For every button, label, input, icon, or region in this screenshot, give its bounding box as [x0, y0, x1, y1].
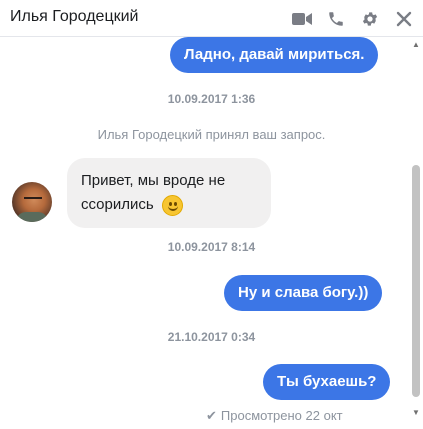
scroll-up-arrow-icon[interactable]: ▲	[411, 39, 421, 49]
settings-gear-icon[interactable]	[359, 8, 381, 30]
phone-call-icon[interactable]	[325, 8, 347, 30]
chat-header: Илья Городецкий	[0, 0, 423, 37]
avatar-glasses-shape	[24, 197, 42, 202]
incoming-message-text: ссорились	[81, 196, 154, 213]
message-timestamp: 10.09.2017 8:14	[167, 240, 256, 254]
message-thread[interactable]: Ладно, давай мириться. 10.09.2017 1:36 И…	[0, 37, 423, 429]
smiley-emoji-icon	[161, 194, 183, 216]
seen-status-text: Просмотрено 22 окт	[220, 408, 343, 423]
incoming-message-line: Привет, мы вроде не	[81, 172, 226, 189]
scroll-down-arrow-icon[interactable]: ▼	[411, 407, 421, 417]
vertical-scrollbar[interactable]: ▲ ▼	[409, 37, 423, 429]
chat-partner-name[interactable]: Илья Городецкий	[10, 8, 139, 26]
scrollbar-thumb[interactable]	[412, 165, 420, 397]
outgoing-message[interactable]: Ну и слава богу.))	[224, 275, 383, 311]
header-actions	[291, 8, 415, 30]
incoming-message[interactable]: Привет, мы вроде не ссорились	[67, 158, 271, 228]
incoming-message-line-with-emoji: ссорились	[81, 193, 257, 217]
system-message: Илья Городецкий принял ваш запрос.	[97, 127, 326, 142]
outgoing-message[interactable]: Ладно, давай мириться.	[170, 37, 379, 73]
video-call-icon[interactable]	[291, 8, 313, 30]
avatar-shirt-shape	[16, 212, 48, 222]
message-timestamp: 10.09.2017 1:36	[167, 92, 256, 106]
close-icon[interactable]	[393, 8, 415, 30]
message-timestamp: 21.10.2017 0:34	[167, 330, 256, 344]
avatar[interactable]	[12, 182, 52, 222]
seen-status: ✔ Просмотрено 22 окт	[206, 408, 343, 424]
checkmark-icon: ✔	[206, 408, 217, 423]
outgoing-message[interactable]: Ты бухаешь?	[263, 364, 391, 400]
